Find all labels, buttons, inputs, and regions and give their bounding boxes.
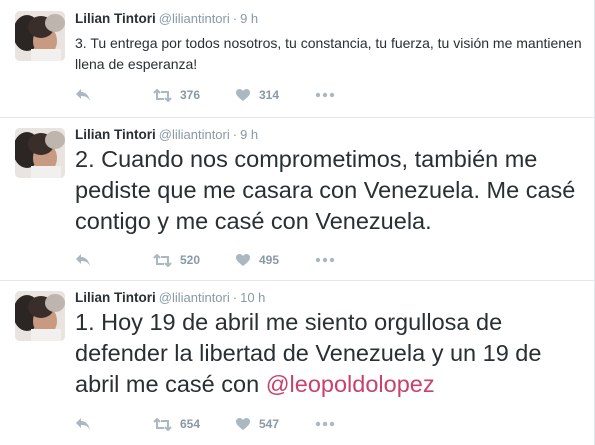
author-name[interactable]: Lilian Tintori — [75, 11, 156, 26]
tweet-timeline: Lilian Tintori @liliantintori · 9 h 3. Tu e… — [0, 0, 595, 445]
author-handle[interactable]: @liliantintori — [159, 290, 230, 305]
like-count: 495 — [259, 253, 280, 267]
author-handle[interactable]: @liliantintori — [159, 11, 230, 26]
retweet-button[interactable]: 654 — [153, 415, 200, 433]
heart-icon — [235, 417, 251, 431]
tweet-body: 2. Cuando nos comprometimos, también me … — [75, 146, 576, 234]
more-button[interactable] — [315, 86, 335, 104]
timestamp[interactable]: 9 h — [240, 11, 258, 26]
more-dots-icon — [315, 92, 335, 98]
tweet-text: 3. Tu entrega por todos nosotros, tu con… — [75, 33, 583, 75]
reply-icon — [75, 253, 91, 267]
retweet-icon — [153, 253, 172, 267]
reply-button[interactable] — [75, 86, 91, 104]
more-button[interactable] — [315, 415, 335, 433]
tweet[interactable]: Lilian Tintori @liliantintori · 10 h 1. Hoy… — [0, 281, 594, 445]
tweet-actions: 520 495 — [75, 251, 375, 269]
tweet-body: 3. Tu entrega por todos nosotros, tu con… — [75, 35, 582, 72]
like-button[interactable]: 314 — [235, 86, 279, 104]
tweet-header: Lilian Tintori @liliantintori · 9 h — [75, 10, 258, 28]
retweet-button[interactable]: 376 — [153, 86, 200, 104]
retweet-icon — [153, 417, 172, 431]
author-handle[interactable]: @liliantintori — [159, 127, 230, 142]
tweet-text: 1. Hoy 19 de abril me siento orgullosa d… — [75, 307, 583, 400]
more-dots-icon — [315, 421, 335, 427]
tweet-text: 2. Cuando nos comprometimos, también me … — [75, 144, 583, 237]
avatar[interactable] — [15, 11, 65, 61]
tweet-actions: 654 547 — [75, 415, 375, 433]
more-button[interactable] — [315, 251, 335, 269]
reply-button[interactable] — [75, 415, 91, 433]
tweet[interactable]: Lilian Tintori @liliantintori · 9 h 2. Cuan… — [0, 118, 594, 281]
retweet-button[interactable]: 520 — [153, 251, 200, 269]
retweet-count: 520 — [180, 253, 201, 267]
like-count: 314 — [259, 88, 280, 102]
timestamp[interactable]: 10 h — [240, 290, 265, 305]
heart-icon — [235, 88, 251, 102]
avatar[interactable] — [15, 128, 65, 178]
separator: · — [232, 11, 238, 26]
timestamp[interactable]: 9 h — [240, 127, 258, 142]
tweet[interactable]: Lilian Tintori @liliantintori · 9 h 3. Tu e… — [0, 0, 594, 118]
reply-icon — [75, 417, 91, 431]
like-count: 547 — [259, 417, 280, 431]
tweet-header: Lilian Tintori @liliantintori · 10 h — [75, 289, 265, 307]
tweet-header: Lilian Tintori @liliantintori · 9 h — [75, 126, 258, 144]
separator: · — [232, 290, 238, 305]
tweet-actions: 376 314 — [75, 86, 375, 104]
retweet-count: 376 — [180, 88, 201, 102]
like-button[interactable]: 547 — [235, 415, 279, 433]
reply-icon — [75, 88, 91, 102]
mention-link[interactable]: @leopoldolopez — [266, 371, 435, 397]
author-name[interactable]: Lilian Tintori — [75, 127, 156, 142]
author-name[interactable]: Lilian Tintori — [75, 290, 156, 305]
more-dots-icon — [315, 257, 335, 263]
avatar[interactable] — [15, 291, 65, 341]
reply-button[interactable] — [75, 251, 91, 269]
like-button[interactable]: 495 — [235, 251, 279, 269]
separator: · — [232, 127, 238, 142]
heart-icon — [235, 253, 251, 267]
retweet-icon — [153, 88, 172, 102]
retweet-count: 654 — [180, 417, 201, 431]
